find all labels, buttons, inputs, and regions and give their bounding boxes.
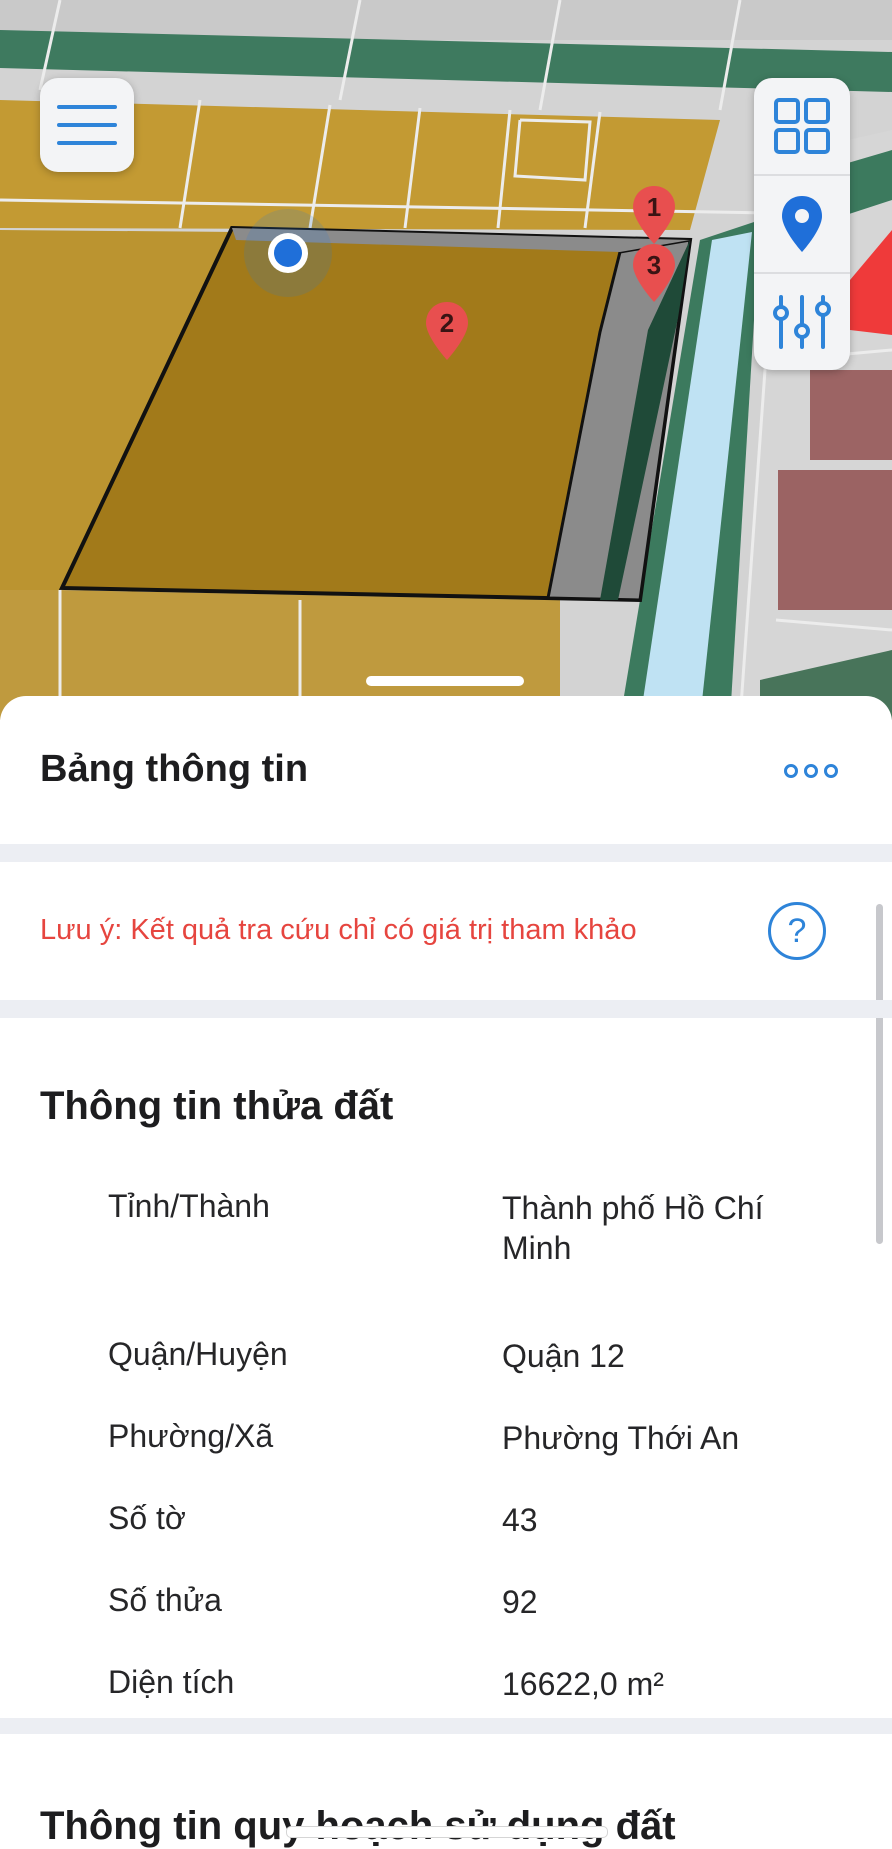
marker-label: 1 bbox=[646, 192, 662, 222]
row-value: Quận 12 bbox=[502, 1338, 625, 1374]
section-divider bbox=[0, 1718, 892, 1734]
map-marker-3[interactable]: 3 bbox=[631, 242, 677, 304]
row-value: 92 bbox=[502, 1584, 538, 1620]
map-view[interactable]: 1 2 3 bbox=[0, 0, 892, 720]
help-button[interactable]: ? bbox=[768, 902, 826, 960]
row-value: Phường Thới An bbox=[502, 1420, 740, 1456]
home-indicator[interactable] bbox=[286, 1826, 608, 1838]
sheet-drag-handle[interactable] bbox=[366, 676, 524, 686]
sliders-icon bbox=[773, 295, 831, 349]
row-value: 43 bbox=[502, 1502, 538, 1538]
scrollbar[interactable] bbox=[876, 904, 883, 1244]
filter-button[interactable] bbox=[754, 272, 850, 370]
layers-button[interactable] bbox=[754, 78, 850, 174]
more-options-button[interactable] bbox=[784, 758, 844, 784]
section-divider bbox=[0, 1000, 892, 1018]
location-pin-icon bbox=[782, 196, 822, 252]
menu-button[interactable] bbox=[40, 78, 134, 172]
marker-label: 2 bbox=[439, 308, 455, 338]
map-toolbar bbox=[754, 78, 850, 370]
my-location-button[interactable] bbox=[754, 174, 850, 272]
parcel-info-title: Thông tin thửa đất bbox=[40, 1084, 394, 1128]
row-value: 16622,0 m² bbox=[502, 1666, 664, 1702]
marker-label: 3 bbox=[646, 250, 662, 280]
row-label: Số thửa bbox=[108, 1582, 222, 1618]
dot-icon bbox=[804, 764, 818, 778]
grid-icon bbox=[774, 98, 830, 154]
section-divider bbox=[0, 844, 892, 862]
row-label: Số tờ bbox=[108, 1500, 186, 1536]
panel-title: Bảng thông tin bbox=[40, 748, 309, 790]
map-marker-2[interactable]: 2 bbox=[424, 300, 470, 362]
disclaimer-note: Lưu ý: Kết quả tra cứu chỉ có giá trị th… bbox=[40, 914, 637, 946]
row-label: Phường/Xã bbox=[108, 1418, 274, 1454]
row-value: Thành phố Hồ Chí Minh bbox=[502, 1190, 764, 1266]
info-sheet: Bảng thông tin Lưu ý: Kết quả tra cứu ch… bbox=[0, 696, 892, 1848]
row-label: Diện tích bbox=[108, 1664, 235, 1700]
menu-icon bbox=[57, 105, 117, 145]
dot-icon bbox=[784, 764, 798, 778]
dot-icon bbox=[824, 764, 838, 778]
row-label: Quận/Huyện bbox=[108, 1336, 288, 1372]
row-label: Tỉnh/Thành bbox=[108, 1188, 270, 1224]
map-marker-1[interactable]: 1 bbox=[631, 184, 677, 246]
